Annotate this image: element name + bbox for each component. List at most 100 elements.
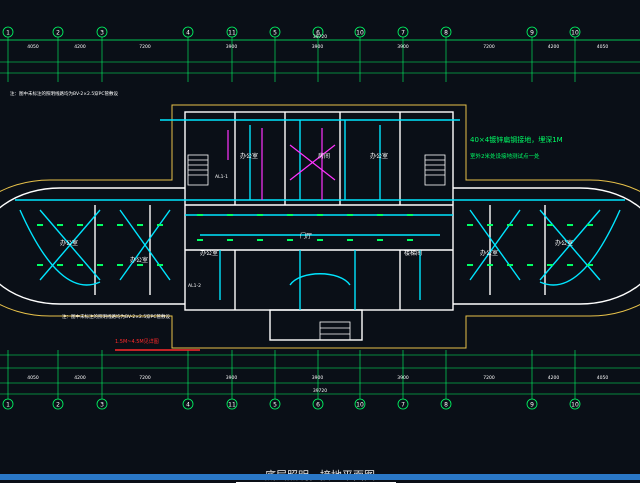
lamp-fixture xyxy=(77,224,83,226)
dimension-value: 4050 xyxy=(597,44,609,50)
svg-text:楼梯间: 楼梯间 xyxy=(404,249,422,257)
dimension-value: 7200 xyxy=(483,375,495,381)
lamp-fixture xyxy=(227,214,233,216)
dimension-value: 4200 xyxy=(548,375,560,381)
lamp-fixture xyxy=(37,224,43,226)
lamp-fixture xyxy=(287,214,293,216)
lamp-fixture xyxy=(347,214,353,216)
axis-label: 3 xyxy=(100,402,104,409)
lamp-fixture xyxy=(97,264,103,266)
dimension-value: 3900 xyxy=(226,44,238,50)
panel-labels: AL1-1 AL1-2 xyxy=(188,174,228,289)
svg-text:注：图中未标注的照明线路均为BV-2×2.5穿PC管敷设: 注：图中未标注的照明线路均为BV-2×2.5穿PC管敷设 xyxy=(10,90,119,97)
dimension-value: 4200 xyxy=(74,44,86,50)
lamp-fixture xyxy=(467,264,473,266)
axis-label: 10 xyxy=(356,30,364,37)
axis-label: 1 xyxy=(6,30,10,37)
lamp-fixture xyxy=(137,224,143,226)
stairs xyxy=(187,154,446,341)
axis-label: 7 xyxy=(401,30,405,37)
lamp-fixture xyxy=(377,214,383,216)
svg-text:房间: 房间 xyxy=(318,152,330,160)
lamp-fixture xyxy=(97,224,103,226)
lamp-fixture xyxy=(257,214,263,216)
top-axis-bubbles: 1 2 3 4 11 5 6 10 7 8 9 10 xyxy=(2,26,581,82)
lamp-fixture xyxy=(117,224,123,226)
lamp-fixture xyxy=(317,239,323,241)
svg-text:办公室: 办公室 xyxy=(240,152,258,160)
axis-label: 5 xyxy=(273,30,277,37)
svg-text:1.5M~4.5M见详图: 1.5M~4.5M见详图 xyxy=(115,338,159,345)
light-fixtures xyxy=(37,214,593,266)
lamp-fixture xyxy=(117,264,123,266)
axis-label: 10 xyxy=(571,30,579,37)
lamp-fixture xyxy=(527,264,533,266)
dimension-value: 3900 xyxy=(397,44,409,50)
bottom-dimension-values: 4050 4200 7200 3900 3900 3900 7200 4200 4050 xyxy=(27,375,608,381)
svg-text:办公室: 办公室 xyxy=(480,249,498,257)
dimension-value: 7200 xyxy=(139,44,151,50)
lamp-fixture xyxy=(317,214,323,216)
lamp-fixture xyxy=(137,264,143,266)
axis-label: 11 xyxy=(228,30,236,37)
svg-text:39720: 39720 xyxy=(313,34,327,40)
lamp-fixture xyxy=(547,264,553,266)
svg-text:办公室: 办公室 xyxy=(60,239,78,247)
axis-label: 2 xyxy=(56,30,60,37)
axis-label: 1 xyxy=(6,402,10,409)
lamp-fixture xyxy=(77,264,83,266)
lamp-fixture xyxy=(567,264,573,266)
lamp-fixture xyxy=(587,224,593,226)
svg-text:39720: 39720 xyxy=(313,388,327,394)
lamp-fixture xyxy=(567,224,573,226)
axis-label: 8 xyxy=(444,30,448,37)
axis-label: 4 xyxy=(186,402,190,409)
lamp-fixture xyxy=(407,239,413,241)
dimension-value: 3900 xyxy=(312,375,324,381)
svg-text:门厅: 门厅 xyxy=(300,232,312,240)
axis-label: 7 xyxy=(401,402,405,409)
axis-label: 3 xyxy=(100,30,104,37)
window-bottom-bar xyxy=(0,474,640,480)
lamp-fixture xyxy=(547,224,553,226)
dimension-value: 7200 xyxy=(483,44,495,50)
floor-plan-drawing: 1 2 3 4 11 5 6 10 7 8 9 10 1 2 3 4 11 5 6 10 7 8 9 10 39720 39… xyxy=(0,26,640,410)
dimension-value: 4050 xyxy=(27,375,39,381)
dimension-value: 4050 xyxy=(597,375,609,381)
lamp-fixture xyxy=(507,224,513,226)
lamp-fixture xyxy=(57,264,63,266)
lamp-fixture xyxy=(347,239,353,241)
axis-label: 8 xyxy=(444,402,448,409)
lamp-fixture xyxy=(227,239,233,241)
annotations: 注：图中未标注的照明线路均为BV-2×2.5穿PC管敷设 40×4镀锌扁钢接地，… xyxy=(10,90,563,351)
svg-text:办公室: 办公室 xyxy=(555,239,573,247)
dimension-value: 3900 xyxy=(226,375,238,381)
lamp-fixture xyxy=(467,224,473,226)
svg-text:AL1-1: AL1-1 xyxy=(215,174,228,180)
axis-label: 6 xyxy=(316,402,320,409)
dimension-value: 3900 xyxy=(397,375,409,381)
lamp-fixture xyxy=(527,224,533,226)
axis-label: 9 xyxy=(530,402,534,409)
lamp-fixture xyxy=(487,264,493,266)
lamp-fixture xyxy=(287,239,293,241)
axis-label: 9 xyxy=(530,30,534,37)
lamp-fixture xyxy=(507,264,513,266)
lamp-fixture xyxy=(587,264,593,266)
svg-text:AL1-2: AL1-2 xyxy=(188,283,201,289)
lamp-fixture xyxy=(37,264,43,266)
dimension-value: 7200 xyxy=(139,375,151,381)
axis-label: 4 xyxy=(186,30,190,37)
dimension-value: 4050 xyxy=(27,44,39,50)
lamp-fixture xyxy=(197,214,203,216)
lamp-fixture xyxy=(57,224,63,226)
lamp-fixture xyxy=(157,264,163,266)
axis-label: 11 xyxy=(228,402,236,409)
lamp-fixture xyxy=(157,224,163,226)
axis-label: 2 xyxy=(56,402,60,409)
svg-text:注：图中未标注的照明线路均为BV-2×2.5穿PC管敷设: 注：图中未标注的照明线路均为BV-2×2.5穿PC管敷设 xyxy=(62,313,171,320)
dimension-value: 4200 xyxy=(548,44,560,50)
svg-text:40×4镀锌扁钢接地，埋深1M: 40×4镀锌扁钢接地，埋深1M xyxy=(470,135,563,144)
lamp-fixture xyxy=(257,239,263,241)
dimension-value: 4200 xyxy=(74,375,86,381)
